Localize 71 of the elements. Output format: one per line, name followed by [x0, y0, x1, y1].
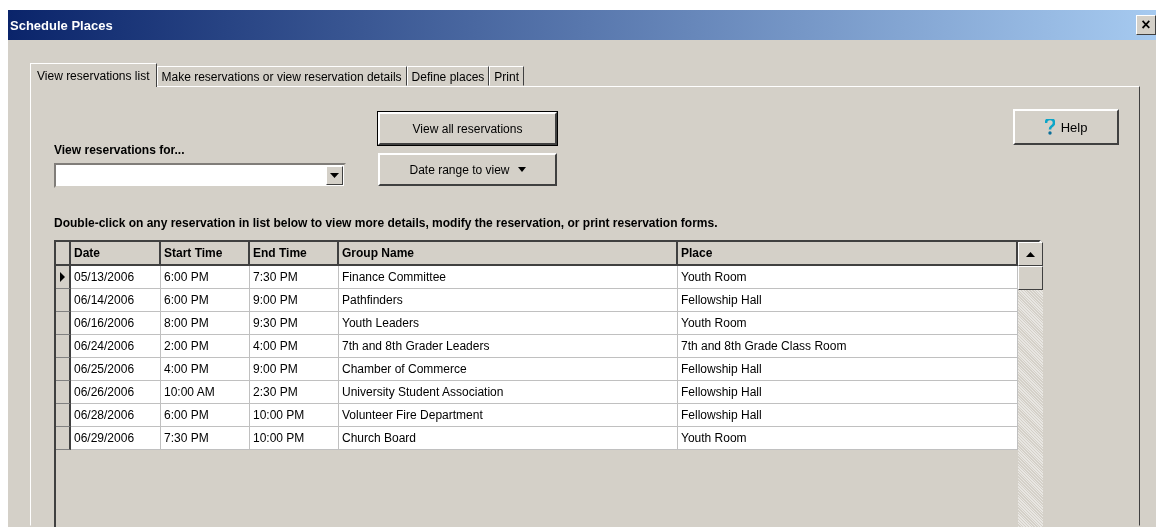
scroll-thumb[interactable] — [1018, 266, 1043, 290]
scrollbar[interactable] — [1018, 242, 1043, 527]
tab[interactable]: Print — [489, 66, 524, 86]
tab[interactable]: View reservations list — [30, 63, 157, 87]
table-cell: Fellowship Hall — [678, 381, 1018, 404]
table-cell: 8:00 PM — [161, 312, 250, 335]
table-cell: Chamber of Commerce — [339, 358, 678, 381]
view-all-button[interactable]: View all reservations — [378, 112, 557, 145]
table-cell: 9:00 PM — [250, 289, 339, 312]
filter-label: View reservations for... — [54, 143, 186, 157]
table-cell: 7:30 PM — [250, 266, 339, 289]
table-cell: Church Board — [339, 427, 678, 450]
row-selector[interactable] — [56, 335, 71, 358]
row-selector[interactable] — [56, 266, 71, 289]
window-title: Schedule Places — [9, 17, 113, 33]
current-row-icon — [60, 272, 65, 282]
table-cell: 6:00 PM — [161, 289, 250, 312]
table-cell: 9:00 PM — [250, 358, 339, 381]
tab[interactable]: Define places — [406, 66, 490, 86]
table-cell: Fellowship Hall — [678, 404, 1018, 427]
table-cell: Fellowship Hall — [678, 358, 1018, 381]
table-cell: 10:00 AM — [161, 381, 250, 404]
date-range-button[interactable]: Date range to view — [378, 153, 557, 186]
up-arrow-icon — [1026, 251, 1035, 257]
table-cell: 9:30 PM — [250, 312, 339, 335]
table-cell: Youth Room — [678, 312, 1018, 335]
table-cell: 2:00 PM — [161, 335, 250, 358]
table-cell: 06/26/2006 — [71, 381, 161, 404]
reservations-for-dropdown[interactable] — [54, 163, 346, 188]
close-button[interactable]: × — [1136, 15, 1156, 35]
caret-icon — [517, 167, 526, 172]
row-selector[interactable] — [56, 381, 71, 404]
column-header[interactable]: Date — [71, 242, 161, 264]
table-cell: Fellowship Hall — [678, 289, 1018, 312]
table-cell: Volunteer Fire Department — [339, 404, 678, 427]
table-cell: University Student Association — [339, 381, 678, 404]
row-selector[interactable] — [56, 427, 71, 450]
row-selector[interactable] — [56, 289, 71, 312]
table-cell: Youth Leaders — [339, 312, 678, 335]
table-cell: 06/28/2006 — [71, 404, 161, 427]
tab[interactable]: Make reservations or view reservation details — [156, 66, 407, 86]
table-cell: 06/24/2006 — [71, 335, 161, 358]
table-cell: 10:00 PM — [250, 404, 339, 427]
table-cell: 10:00 PM — [250, 427, 339, 450]
table-cell: Pathfinders — [339, 289, 678, 312]
table-cell: 7th and 8th Grader Leaders — [339, 335, 678, 358]
table-cell: Youth Room — [678, 427, 1018, 450]
table-cell: 06/14/2006 — [71, 289, 161, 312]
column-header[interactable]: Group Name — [339, 242, 678, 264]
table-cell: 06/16/2006 — [71, 312, 161, 335]
row-selector[interactable] — [56, 312, 71, 335]
table-cell: 2:30 PM — [250, 381, 339, 404]
table-cell: 06/29/2006 — [71, 427, 161, 450]
instruction-text: Double-click on any reservation in list below to view more details, modify the reservation, or print reservation forms. — [54, 216, 719, 230]
help-button[interactable]: Help — [1013, 109, 1119, 145]
table-cell: 05/13/2006 — [71, 266, 161, 289]
table-cell: 6:00 PM — [161, 404, 250, 427]
row-selector[interactable] — [56, 404, 71, 427]
table-cell: 7th and 8th Grade Class Room — [678, 335, 1018, 358]
column-header[interactable]: End Time — [250, 242, 339, 264]
table-cell: 4:00 PM — [161, 358, 250, 381]
table-cell: 7:30 PM — [161, 427, 250, 450]
table-cell: Finance Committee — [339, 266, 678, 289]
table-cell: 6:00 PM — [161, 266, 250, 289]
question-mark-icon — [1044, 119, 1055, 135]
column-header[interactable]: Start Time — [161, 242, 250, 264]
table-cell: Youth Room — [678, 266, 1018, 289]
scroll-up-button[interactable] — [1018, 242, 1043, 266]
table-cell: 06/25/2006 — [71, 358, 161, 381]
row-selector[interactable] — [56, 358, 71, 381]
table-cell: 4:00 PM — [250, 335, 339, 358]
